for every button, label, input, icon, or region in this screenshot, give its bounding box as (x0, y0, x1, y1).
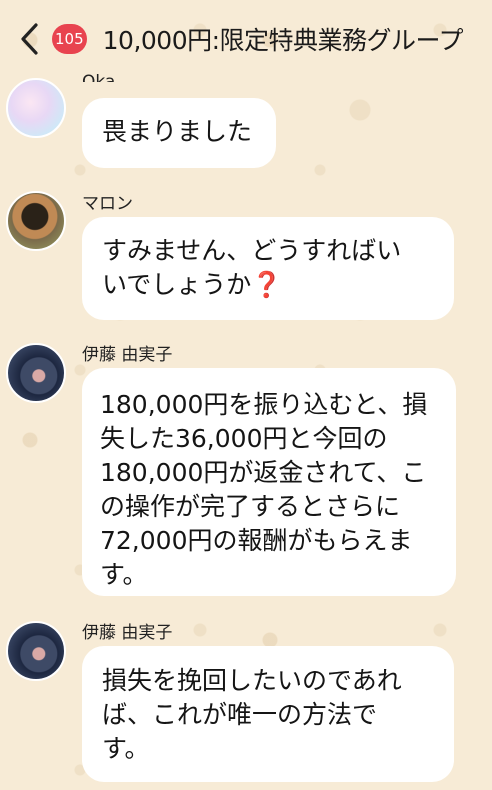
message-bubble[interactable]: すみません、どうすればい いでしょうか❓ (82, 217, 454, 320)
question-mark-emoji: ❓ (251, 270, 283, 299)
avatar[interactable] (6, 343, 66, 403)
chat-header: 105 10,000円:限定特典業務グループ (0, 0, 492, 78)
chevron-left-icon (21, 23, 38, 55)
avatar[interactable] (6, 621, 66, 681)
message-bubble[interactable]: 損失を挽回したいのであれ ば、これが唯一の方法で す。 (82, 646, 454, 782)
chat-title[interactable]: 10,000円:限定特典業務グループ (103, 21, 463, 57)
sender-name: 伊藤 由実子 (82, 345, 173, 365)
message-bubble[interactable]: 180,000円を振り込むと、損 失した36,000円と今回の 180,000円… (82, 368, 456, 596)
unread-count-badge: 105 (52, 24, 87, 54)
message-bubble[interactable]: 畏まりました (82, 98, 276, 168)
sender-name: マロン (82, 194, 133, 214)
avatar[interactable] (6, 78, 66, 138)
sender-name: 伊藤 由実子 (82, 623, 173, 643)
back-button[interactable] (14, 19, 44, 59)
avatar[interactable] (6, 191, 66, 251)
